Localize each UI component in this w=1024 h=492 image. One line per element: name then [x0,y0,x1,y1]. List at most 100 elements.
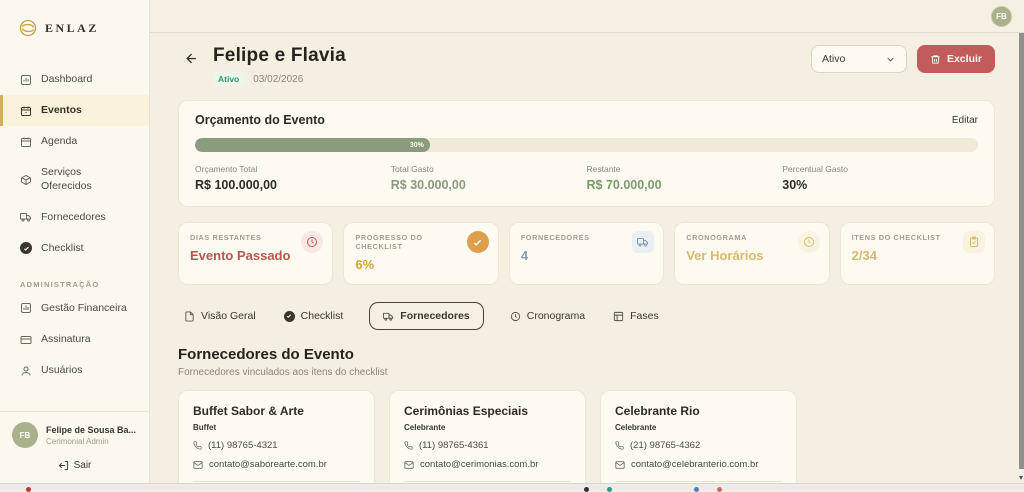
sidebar-item-assinatura[interactable]: Assinatura [0,324,149,355]
tab-checklist[interactable]: Checklist [282,303,346,329]
mail-icon [615,460,625,470]
budget-field: Percentual Gasto 30% [782,164,848,192]
trash-icon [930,54,941,65]
edit-budget-button[interactable]: Editar [952,115,978,126]
stat-card-itens-checklist[interactable]: ITENS DO CHECKLIST 2/34 [839,222,996,285]
phone-icon [404,441,413,450]
budget-progress-fill: 30% [195,138,430,152]
chevron-down-icon [885,54,896,65]
sidebar-item-label: Eventos [41,104,82,117]
tab-fases[interactable]: Fases [611,303,661,329]
tab-cronograma[interactable]: Cronograma [508,303,587,329]
mail-icon [404,460,414,470]
vendor-card[interactable]: Celebrante Rio Celebrante (21) 98765-436… [600,390,797,483]
app-name: ENLAZ [45,20,99,35]
taskbar-app-icon[interactable] [717,487,722,492]
sidebar-item-label: Gestão Financeira [41,301,127,314]
budget-progress-bar: 30% [195,138,978,152]
sidebar-item-servicos[interactable]: Serviços Oferecidos [0,157,140,201]
box-icon [20,174,32,186]
calendar-event-icon [20,105,32,117]
scrollbar-down-arrow[interactable] [1019,476,1023,480]
clipboard-icon [963,231,986,253]
user-icon [20,365,32,377]
enlaz-rings-icon [18,18,38,38]
layers-icon [613,311,624,322]
user-avatar: FB [12,422,38,448]
check-circle-icon [283,310,295,322]
bar-chart-icon [20,74,32,86]
tabs-row: Visão Geral Checklist Fornecedores Crono… [178,302,995,330]
os-taskbar[interactable] [0,483,1024,492]
user-name: Felipe de Sousa Ba... [46,424,137,435]
status-select-value: Ativo [821,53,846,65]
truck-icon [383,311,394,322]
sidebar-item-label: Usuários [41,364,83,377]
vendor-phone: (21) 98765-4362 [615,440,782,451]
sidebar-item-label: Assinatura [41,333,91,345]
sidebar: ENLAZ Dashboard Eventos Agenda Serviços … [0,0,150,483]
sidebar-item-label: Dashboard [41,73,93,85]
taskbar-app-icon[interactable] [584,487,589,492]
user-role: Cerimonial Admin [46,436,109,446]
taskbar-app-icon[interactable] [26,487,31,492]
vendor-email: contato@saborearte.com.br [193,459,360,470]
mail-icon [193,460,203,470]
admin-section-label: ADMINISTRAÇÃO [20,279,100,289]
vendor-email: contato@cerimonias.com.br [404,459,571,470]
tab-visao-geral[interactable]: Visão Geral [182,303,258,329]
truck-icon [20,211,32,223]
divider [615,481,782,482]
stat-card-progresso-checklist[interactable]: PROGRESSO DO CHECKLIST 6% [343,222,499,285]
vertical-scrollbar[interactable] [1019,33,1024,483]
topbar-avatar[interactable]: FB [991,6,1012,27]
document-icon [184,310,195,322]
tab-fornecedores[interactable]: Fornecedores [369,302,484,330]
page-title: Felipe e Flavia [213,45,346,66]
logout-button[interactable]: Sair [58,460,92,471]
sidebar-user-section: FB Felipe de Sousa Ba... Cerimonial Admi… [0,411,149,483]
taskbar-app-icon[interactable] [607,487,612,492]
vendor-phone: (11) 98765-4321 [193,440,360,451]
budget-field: Total Gasto R$ 30.000,00 [390,164,466,192]
sidebar-item-fornecedores[interactable]: Fornecedores [0,202,149,233]
back-button[interactable] [178,45,199,66]
stat-card-cronograma[interactable]: CRONOGRAMA Ver Horários [674,222,830,285]
vendor-cards-row: Buffet Sabor & Arte Buffet (11) 98765-43… [178,390,995,483]
sidebar-item-usuarios[interactable]: Usuários [0,355,149,386]
status-select[interactable]: Ativo [810,45,907,73]
topbar: FB [150,0,1024,33]
truck-icon [632,231,655,253]
finance-chart-icon [20,302,32,314]
sidebar-item-checklist[interactable]: Checklist [0,233,149,264]
sidebar-item-eventos[interactable]: Eventos [0,95,149,127]
check-circle-icon [466,231,489,253]
delete-event-button[interactable]: Excluir [916,45,995,73]
clock-icon [797,231,820,253]
divider [193,481,360,482]
taskbar-app-icon[interactable] [694,487,699,492]
event-date: 03/02/2026 [253,73,304,85]
status-badge: Ativo [213,72,245,86]
vendor-card[interactable]: Buffet Sabor & Arte Buffet (11) 98765-43… [178,390,375,483]
calendar-icon [20,136,32,148]
sidebar-item-label: Serviços Oferecidos [41,166,92,192]
scrollbar-thumb[interactable] [1019,33,1024,469]
vendor-card[interactable]: Cerimônias Especiais Celebrante (11) 987… [389,390,586,483]
main-content: Felipe e Flavia Ativo 03/02/2026 Ativo E… [150,33,1019,483]
user-profile[interactable]: FB Felipe de Sousa Ba... Cerimonial Admi… [12,422,137,448]
budget-field: Orçamento Total R$ 100.000,00 [195,164,278,192]
page-header: Felipe e Flavia Ativo 03/02/2026 Ativo E… [178,45,995,86]
sidebar-item-gestao-financeira[interactable]: Gestão Financeira [0,293,149,324]
sidebar-item-label: Agenda [41,135,78,148]
stat-card-fornecedores[interactable]: FORNECEDORES 4 [508,222,665,285]
logout-icon [58,460,69,471]
budget-card: Orçamento do Evento Editar 30% Orçamento… [178,100,995,207]
sidebar-item-dashboard[interactable]: Dashboard [0,64,149,95]
budget-title: Orçamento do Evento [195,113,325,127]
vendor-email: contato@celebranterio.com.br [615,459,782,470]
logout-label: Sair [73,460,92,471]
sidebar-item-agenda[interactable]: Agenda [0,126,149,157]
stat-card-dias-restantes[interactable]: DIAS RESTANTES Evento Passado [178,222,334,285]
credit-card-icon [20,334,32,346]
